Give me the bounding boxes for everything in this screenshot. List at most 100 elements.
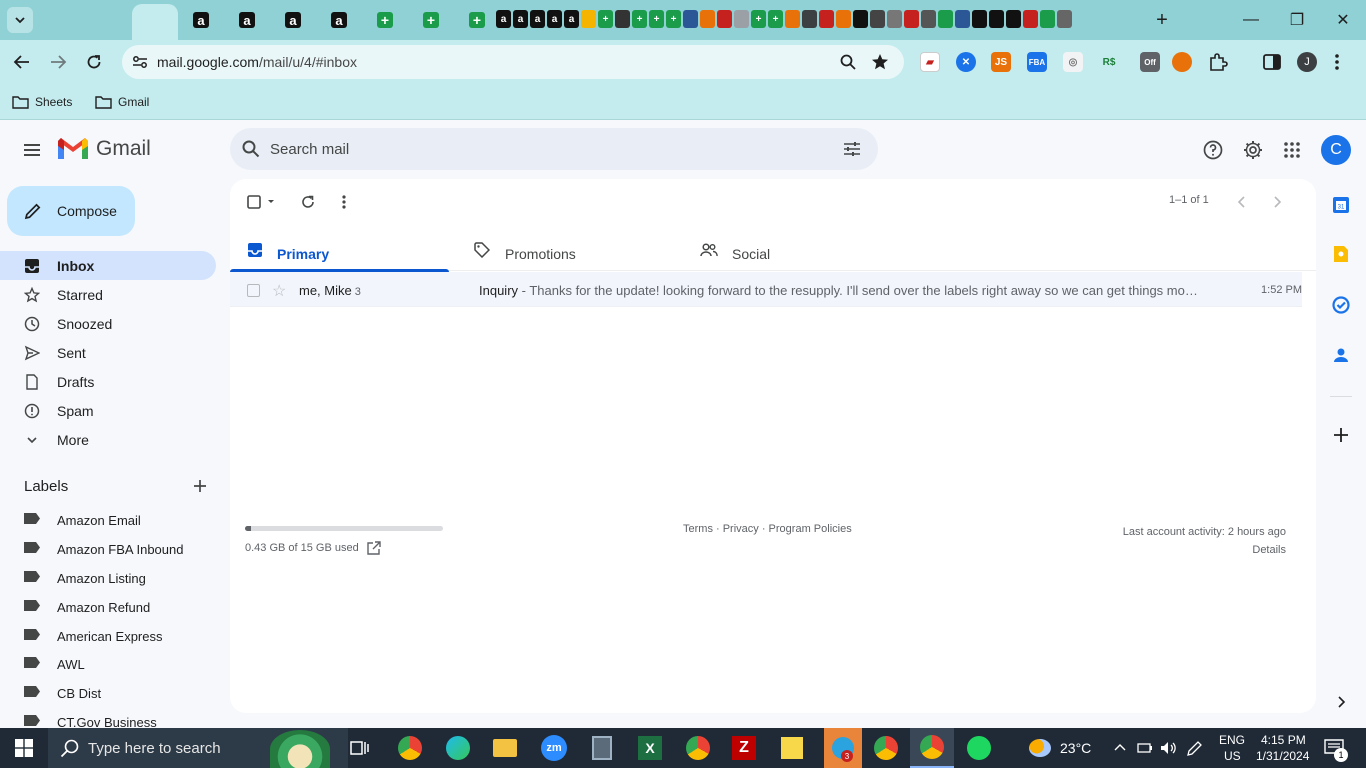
tab-gmail-active[interactable]: [132, 4, 1220, 732]
doc-icon[interactable]: [802, 10, 817, 28]
volume-icon[interactable]: [1160, 740, 1178, 756]
extension-js-icon[interactable]: JS: [991, 52, 1011, 72]
input-language[interactable]: ENG: [1219, 733, 1245, 747]
battery-icon[interactable]: [1137, 740, 1153, 756]
extension-rs-icon[interactable]: R$: [1099, 52, 1119, 72]
nav-item-more[interactable]: More: [0, 425, 216, 454]
tab-amazon-2[interactable]: a: [224, 0, 270, 40]
taskbar-zoom[interactable]: zm: [540, 734, 568, 762]
search-icon[interactable]: [242, 140, 260, 158]
sheets-icon[interactable]: +: [751, 10, 766, 28]
tab-promotions[interactable]: Promotions: [457, 227, 676, 271]
profile-avatar[interactable]: J: [1297, 52, 1317, 72]
sheets-icon[interactable]: +: [768, 10, 783, 28]
forward-button[interactable]: [44, 48, 72, 76]
refresh-button[interactable]: [297, 191, 319, 213]
tab-sheets-2[interactable]: +: [408, 0, 454, 40]
footer-links[interactable]: Terms · Privacy · Program Policies: [683, 523, 852, 535]
sheets-icon[interactable]: +: [649, 10, 664, 28]
select-all-checkbox[interactable]: [244, 191, 278, 213]
tab-amazon-3[interactable]: a: [270, 0, 316, 40]
nav-item-inbox[interactable]: Inbox: [0, 251, 216, 280]
details-link[interactable]: Details: [1123, 541, 1286, 559]
app-icon[interactable]: [1006, 10, 1021, 28]
tool-icon[interactable]: [700, 10, 715, 28]
sheets-icon[interactable]: +: [666, 10, 681, 28]
zoom-icon[interactable]: [840, 54, 856, 70]
app-icon[interactable]: [853, 10, 868, 28]
email-row[interactable]: ☆ me, Mike 3 Inquiry - Thanks for the upd…: [230, 272, 1302, 307]
address-bar[interactable]: mail.google.com/mail/u/4/#inbox: [122, 45, 904, 79]
get-addons-button[interactable]: [1332, 426, 1350, 444]
amazon-icon[interactable]: a: [530, 10, 545, 28]
tab-amazon-4[interactable]: a: [316, 0, 362, 40]
tab-primary[interactable]: Primary: [230, 227, 449, 272]
taskbar-chrome-2[interactable]: [872, 734, 900, 762]
reload-button[interactable]: [80, 48, 108, 76]
open-external-icon[interactable]: [367, 541, 381, 555]
contacts-icon[interactable]: [1332, 346, 1350, 364]
clock-date[interactable]: 1/31/2024: [1256, 749, 1309, 763]
globe-icon[interactable]: [734, 10, 749, 28]
app-icon[interactable]: [887, 10, 902, 28]
drive-icon[interactable]: [581, 10, 596, 28]
extensions-puzzle-icon[interactable]: [1208, 52, 1228, 72]
more-actions-button[interactable]: [333, 191, 355, 213]
app-icon[interactable]: [955, 10, 970, 28]
gmail-logo[interactable]: Gmail: [58, 137, 151, 161]
chevron-up-icon[interactable]: [1114, 742, 1126, 752]
label-item[interactable]: Amazon Refund: [0, 592, 216, 621]
star-icon[interactable]: ☆: [272, 281, 286, 301]
label-item[interactable]: American Express: [0, 621, 216, 650]
heart-icon[interactable]: [904, 10, 919, 28]
taskbar-filezilla[interactable]: Z: [730, 734, 758, 762]
show-side-panel-button[interactable]: [1332, 693, 1350, 711]
create-label-button[interactable]: [190, 476, 210, 496]
tool-icon[interactable]: [785, 10, 800, 28]
nav-item-starred[interactable]: Starred: [0, 280, 216, 309]
nav-item-spam[interactable]: Spam: [0, 396, 216, 425]
taskbar-telegram[interactable]: 3: [824, 728, 862, 768]
taskbar-calculator[interactable]: [588, 734, 616, 762]
tab-gmail-1[interactable]: [40, 0, 1128, 728]
app-icon[interactable]: [1040, 10, 1055, 28]
main-menu-icon[interactable]: [20, 138, 44, 162]
history-icon[interactable]: [870, 10, 885, 28]
fedex-icon[interactable]: [717, 10, 732, 28]
sheets-icon[interactable]: +: [632, 10, 647, 28]
calendar-icon[interactable]: 31: [1332, 196, 1350, 214]
extension-fba-icon[interactable]: FBA: [1027, 52, 1047, 72]
taskbar-search[interactable]: Type here to search: [48, 728, 348, 768]
bookmark-folder-sheets[interactable]: Sheets: [12, 92, 72, 112]
newer-button[interactable]: [1231, 191, 1253, 213]
side-panel-icon[interactable]: [1262, 52, 1282, 72]
app-icon[interactable]: [972, 10, 987, 28]
sheets-icon[interactable]: +: [598, 10, 613, 28]
label-item[interactable]: Amazon Listing: [0, 563, 216, 592]
apps-button[interactable]: [1281, 139, 1303, 161]
nav-item-sent[interactable]: Sent: [0, 338, 216, 367]
extension-off-icon[interactable]: Off: [1140, 52, 1160, 72]
taskbar-edge[interactable]: [444, 734, 472, 762]
taskbar-search-input[interactable]: Type here to search: [88, 740, 221, 757]
menu-dots-icon[interactable]: [1334, 52, 1340, 72]
extension-icon[interactable]: ✕: [956, 52, 976, 72]
search-input[interactable]: Search mail: [270, 141, 349, 158]
tab-social[interactable]: Social: [684, 227, 903, 271]
taskbar-sticky-notes[interactable]: [778, 734, 806, 762]
back-button[interactable]: [8, 48, 36, 76]
start-button[interactable]: [10, 734, 38, 762]
gmail-icon[interactable]: [1057, 10, 1072, 28]
restore-button[interactable]: ❐: [1274, 0, 1320, 40]
label-item[interactable]: AWL: [0, 649, 216, 678]
tab-sheets-3[interactable]: +: [454, 0, 500, 40]
new-tab-button[interactable]: +: [1150, 8, 1174, 32]
app-icon[interactable]: [1023, 10, 1038, 28]
amazon-icon[interactable]: a: [564, 10, 579, 28]
pen-icon[interactable]: [1186, 740, 1204, 756]
tab-sheets-1[interactable]: +: [362, 0, 408, 40]
site-info-icon[interactable]: [132, 55, 148, 69]
support-button[interactable]: [1202, 139, 1224, 161]
keep-icon[interactable]: [1332, 245, 1350, 263]
amazon-icon[interactable]: a: [547, 10, 562, 28]
